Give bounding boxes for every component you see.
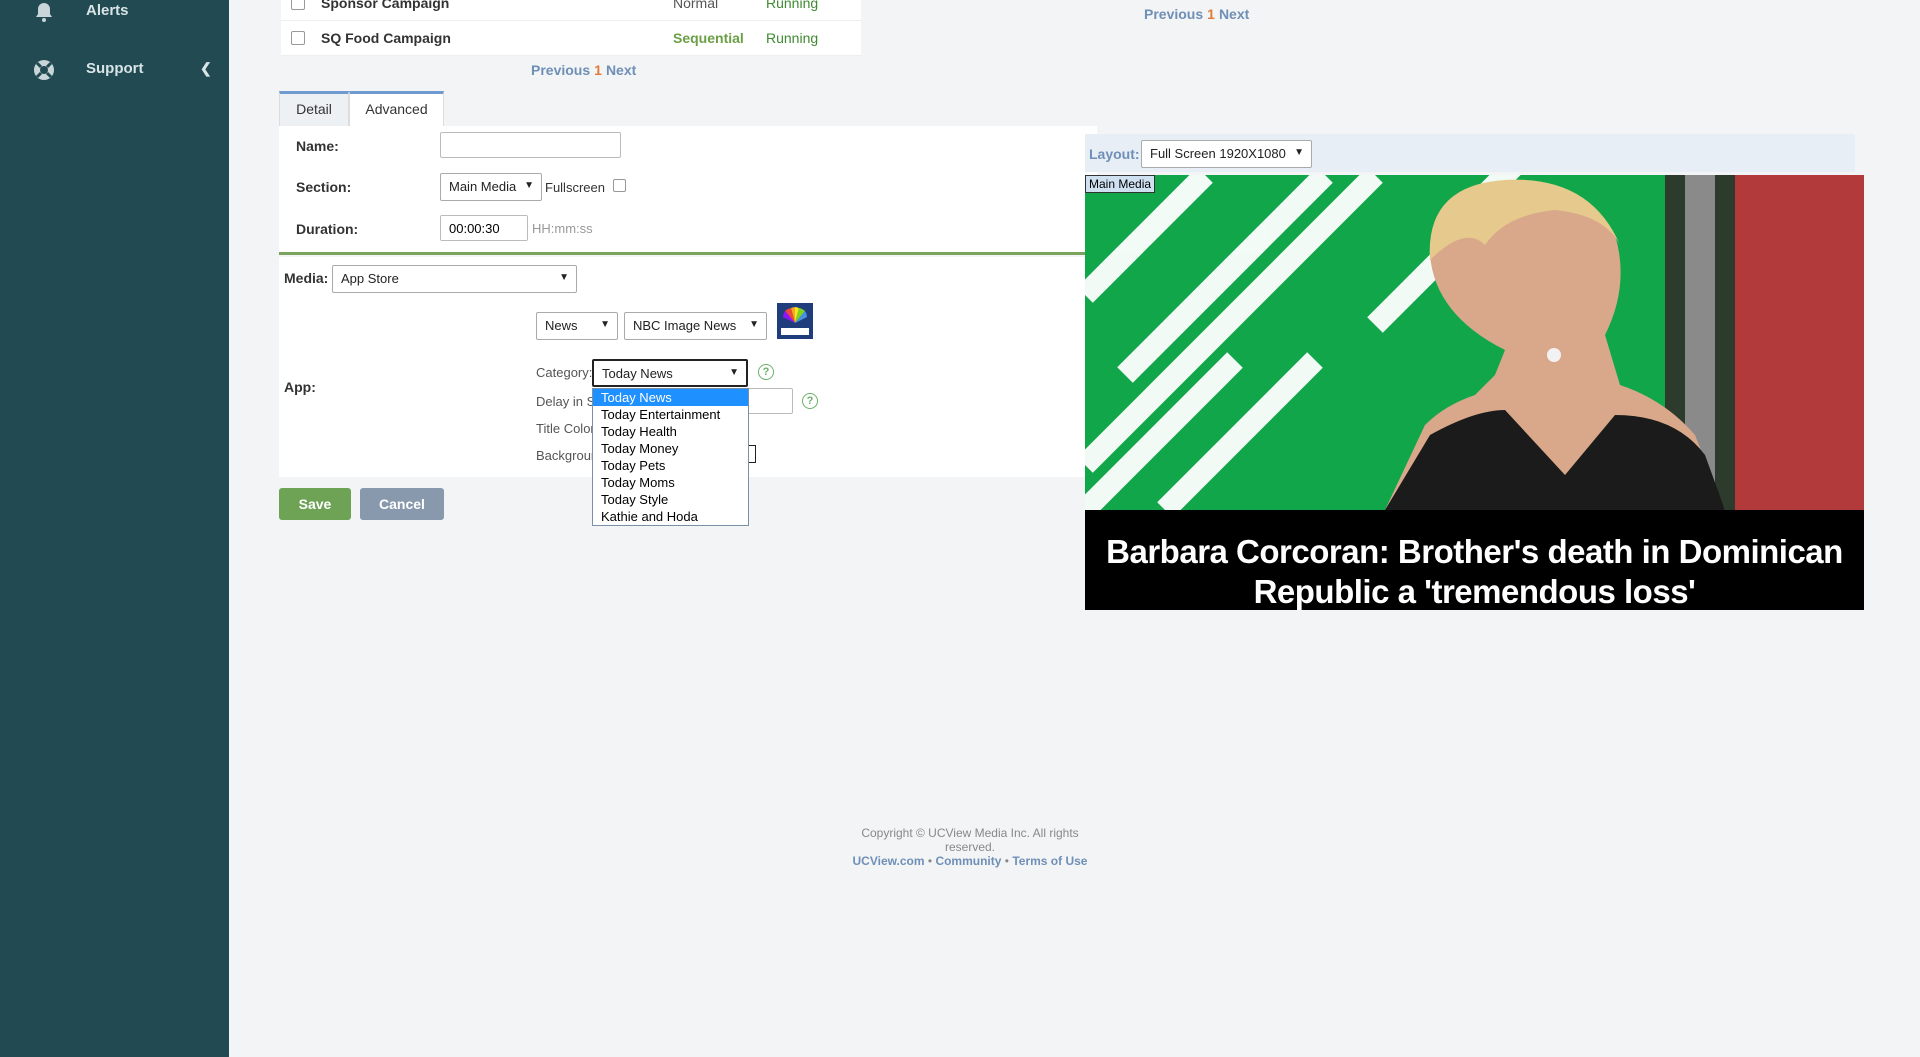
duration-label: Duration: [296, 221, 359, 237]
duration-hint: HH:mm:ss [532, 221, 593, 236]
layout-value: Full Screen 1920X1080 [1150, 146, 1286, 161]
layout-select[interactable]: Full Screen 1920X1080 ▼ [1141, 140, 1312, 168]
footer-link-ucview[interactable]: UCView.com [853, 854, 925, 868]
tab-advanced[interactable]: Advanced [349, 91, 444, 128]
footer: Copyright © UCView Media Inc. All rights… [840, 826, 1100, 868]
app-label: App: [284, 379, 316, 395]
table-row[interactable]: Sponsor Campaign Normal Running [281, 0, 861, 21]
sidebar-item-alerts[interactable]: Alerts [0, 0, 229, 32]
campaign-type: Normal [673, 0, 719, 11]
dropdown-option[interactable]: Today News [593, 389, 748, 406]
sidebar: Alerts Support ❮ [0, 0, 229, 1057]
row-checkbox[interactable] [291, 0, 305, 10]
media-label: Media: [284, 270, 329, 286]
app-type-value: News [545, 318, 578, 333]
chevron-down-icon: ▼ [600, 319, 610, 330]
title-color-label: Title Color [536, 421, 595, 436]
chevron-left-icon[interactable]: ❮ [200, 60, 212, 77]
tab-detail[interactable]: Detail [279, 91, 349, 128]
campaign-table: Sponsor Campaign Normal Running SQ Food … [281, 0, 861, 56]
zone-label: Main Media [1085, 175, 1156, 193]
fullscreen-checkbox[interactable] [613, 179, 626, 192]
campaign-status: Running [766, 30, 819, 46]
dropdown-option[interactable]: Today Entertainment [593, 406, 748, 423]
layout-label: Layout: [1089, 146, 1140, 162]
category-dropdown-list[interactable]: Today News Today Entertainment Today Hea… [592, 388, 749, 526]
dropdown-option[interactable]: Today Health [593, 423, 748, 440]
fullscreen-label: Fullscreen [545, 180, 605, 195]
chevron-down-icon: ▼ [729, 367, 739, 378]
layout-bar: Layout: Full Screen 1920X1080 ▼ [1085, 134, 1855, 172]
section-value: Main Media [449, 179, 517, 194]
chevron-down-icon: ▼ [559, 272, 569, 283]
section-label: Section: [296, 179, 352, 195]
app-feed-select[interactable]: NBC Image News ▼ [624, 312, 767, 340]
pagination-right: Previous 1 Next [1144, 6, 1249, 22]
previous-page-link[interactable]: Previous [1144, 6, 1203, 22]
category-select[interactable]: Today News ▼ [592, 359, 748, 387]
next-page-link[interactable]: Next [606, 62, 636, 78]
copyright-text: Copyright © UCView Media Inc. All rights… [861, 826, 1079, 854]
bell-icon [32, 0, 56, 24]
chevron-down-icon: ▼ [1294, 147, 1304, 158]
dropdown-option[interactable]: Today Pets [593, 457, 748, 474]
cancel-button[interactable]: Cancel [360, 488, 444, 520]
footer-link-terms[interactable]: Terms of Use [1012, 854, 1087, 868]
background-label: Backgrour [536, 448, 596, 463]
delay-label: Delay in S [536, 394, 596, 409]
name-label: Name: [296, 138, 339, 154]
section-select[interactable]: Main Media ▼ [440, 173, 542, 201]
previous-page-link[interactable]: Previous [531, 62, 590, 78]
sidebar-item-label: Support [86, 60, 144, 77]
row-checkbox[interactable] [291, 31, 305, 45]
current-page[interactable]: 1 [1207, 6, 1215, 22]
category-value: Today News [602, 366, 673, 381]
campaign-name[interactable]: Sponsor Campaign [321, 0, 449, 11]
chevron-down-icon: ▼ [524, 180, 534, 191]
headline-caption: Barbara Corcoran: Brother's death in Dom… [1085, 510, 1864, 610]
chevron-down-icon: ▼ [749, 319, 759, 330]
campaign-status: Running [766, 0, 819, 11]
table-row[interactable]: SQ Food Campaign Sequential Running [281, 21, 861, 56]
help-icon[interactable]: ? [802, 393, 818, 409]
name-input[interactable] [440, 132, 621, 158]
current-page[interactable]: 1 [594, 62, 602, 78]
footer-link-community[interactable]: Community [935, 854, 1001, 868]
media-select[interactable]: App Store ▼ [332, 265, 577, 293]
campaign-name[interactable]: SQ Food Campaign [321, 30, 451, 46]
campaign-type: Sequential [673, 30, 744, 46]
category-label: Category: [536, 365, 593, 380]
nbc-news-logo [777, 303, 813, 339]
duration-input[interactable] [440, 215, 528, 241]
delay-input[interactable] [747, 388, 793, 414]
dropdown-option[interactable]: Kathie and Hoda [593, 508, 748, 525]
dropdown-option[interactable]: Today Style [593, 491, 748, 508]
dropdown-option[interactable]: Today Money [593, 440, 748, 457]
headline-text: Barbara Corcoran: Brother's death in Dom… [1106, 533, 1843, 610]
pagination: Previous 1 Next [531, 62, 636, 78]
save-button[interactable]: Save [279, 488, 351, 520]
app-type-select[interactable]: News ▼ [536, 312, 618, 340]
next-page-link[interactable]: Next [1219, 6, 1249, 22]
help-icon[interactable]: ? [758, 364, 774, 380]
dropdown-option[interactable]: Today Moms [593, 474, 748, 491]
sidebar-item-support[interactable]: Support ❮ [0, 50, 229, 90]
detail-panel: Name: Section: Main Media ▼ Fullscreen Du… [279, 126, 1097, 255]
media-value: App Store [341, 271, 399, 286]
sidebar-item-label: Alerts [86, 2, 129, 19]
app-feed-value: NBC Image News [633, 318, 737, 333]
lifebuoy-icon [32, 58, 56, 82]
